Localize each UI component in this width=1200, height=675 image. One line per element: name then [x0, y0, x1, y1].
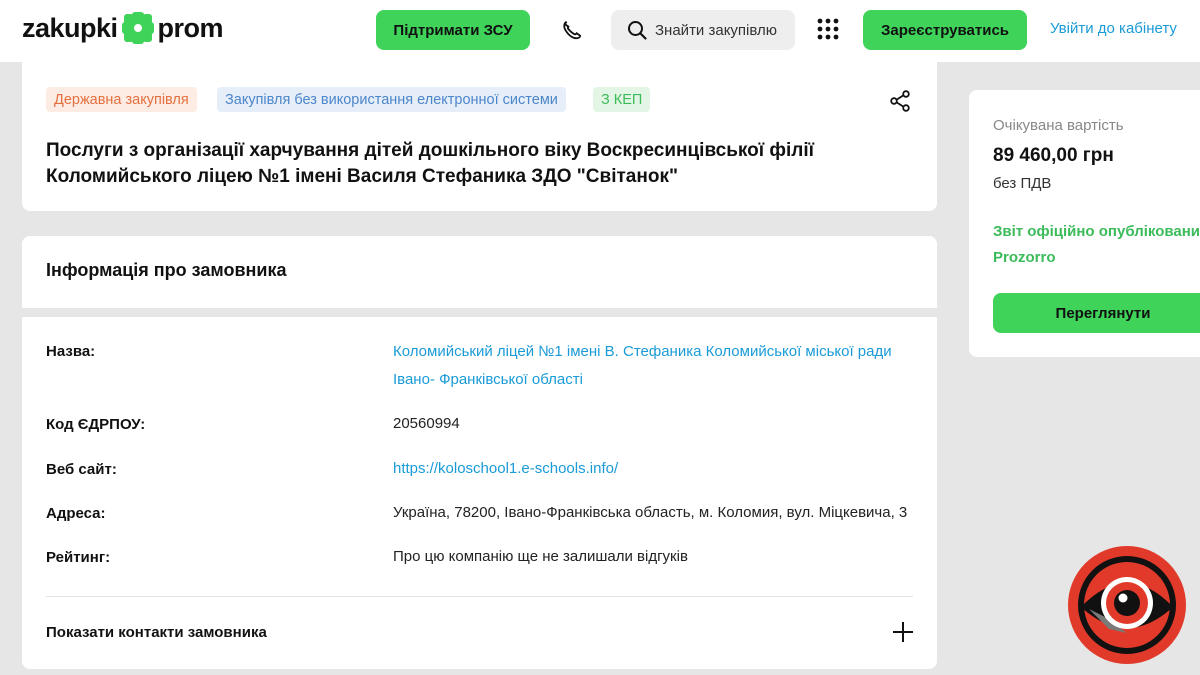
expected-value-label: Очікувана вартість	[993, 117, 1124, 134]
customer-name-link[interactable]: Коломийський ліцей №1 імені В. Стефаника…	[393, 338, 892, 394]
customer-name-label: Назва:	[46, 343, 96, 360]
apps-grid-icon[interactable]	[817, 18, 839, 40]
rating-label: Рейтинг:	[46, 549, 111, 566]
divider	[46, 596, 913, 597]
plus-icon[interactable]	[892, 621, 914, 643]
vat-note: без ПДВ	[993, 175, 1052, 192]
register-button[interactable]: Зареєструватись	[863, 10, 1027, 50]
expected-value-price: 89 460,00 грн	[993, 145, 1114, 166]
tender-title: Послуги з організації харчування дітей д…	[46, 138, 906, 190]
official-report-line1: Звіт офіційно опублікований	[993, 223, 1200, 240]
tender-title-line1: Послуги з організації харчування дітей д…	[46, 140, 814, 161]
edrpou-value: 20560994	[393, 415, 460, 432]
login-link[interactable]: Увійти до кабінету	[1050, 20, 1177, 37]
website-link[interactable]: https://koloschool1.e-schools.info/	[393, 455, 618, 483]
official-report-text: Звіт офіційно опублікований Prozorro	[993, 219, 1200, 271]
customer-name-line1: Коломийський ліцей №1 імені В. Стефаника…	[393, 343, 892, 360]
rating-value: Про цю компанію ще не залишали відгуків	[393, 548, 688, 565]
customer-info-heading: Інформація про замовника	[46, 260, 287, 280]
search-label: Знайти закупівлю	[655, 21, 778, 39]
phone-icon[interactable]	[560, 18, 584, 42]
search-icon	[628, 21, 647, 40]
edrpou-label: Код ЄДРПОУ:	[46, 416, 146, 433]
site-logo[interactable]: zakupki prom	[22, 10, 224, 46]
logo-text-right: prom	[157, 12, 224, 43]
customer-name-line2: Івано- Франківської області	[393, 371, 583, 388]
address-value: Україна, 78200, Івано-Франківська област…	[393, 504, 908, 521]
share-icon[interactable]	[889, 90, 911, 112]
eye-badge-icon	[1067, 545, 1187, 665]
website-label: Веб сайт:	[46, 461, 117, 478]
tag-state-procurement: Державна закупівля	[46, 87, 197, 112]
tender-title-line2: Коломийського ліцею №1 імені Василя Стеф…	[46, 166, 678, 187]
official-report-line2: Prozorro	[993, 249, 1056, 266]
logo-text-left: zakupki	[22, 12, 118, 43]
logo-cross-icon	[120, 10, 156, 46]
view-report-button[interactable]: Переглянути	[993, 293, 1200, 333]
tag-kep: З КЕП	[593, 87, 651, 112]
top-header: zakupki prom Підтримати ЗСУ Знайти закуп…	[0, 0, 1200, 62]
search-button[interactable]: Знайти закупівлю	[611, 10, 795, 50]
support-army-button[interactable]: Підтримати ЗСУ	[376, 10, 530, 50]
tag-no-electronic-system: Закупівля без використання електронної с…	[217, 87, 566, 112]
show-contacts-label: Показати контакти замовника	[46, 624, 267, 641]
show-contacts-toggle[interactable]: Показати контакти замовника	[46, 612, 914, 652]
address-label: Адреса:	[46, 505, 106, 522]
